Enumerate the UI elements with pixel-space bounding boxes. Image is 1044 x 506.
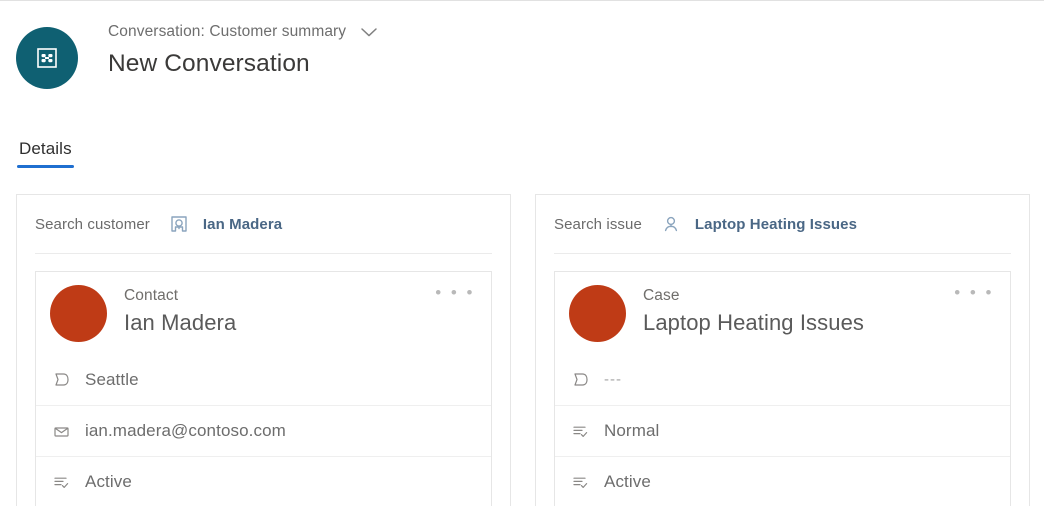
status-list-icon bbox=[49, 474, 73, 491]
customer-summary-card: Search customer Ian Madera Contact Ian M… bbox=[16, 194, 511, 506]
page-header: Conversation: Customer summary New Conve… bbox=[16, 22, 380, 89]
avatar bbox=[50, 285, 107, 342]
list-item-value: --- bbox=[604, 371, 622, 388]
overflow-menu-icon[interactable]: • • • bbox=[435, 284, 475, 301]
list-item: --- bbox=[555, 354, 1010, 405]
location-flag-icon bbox=[49, 371, 73, 388]
location-flag-icon bbox=[568, 371, 592, 388]
list-item: Active bbox=[555, 456, 1010, 506]
header-subtitle-row: Conversation: Customer summary bbox=[108, 22, 380, 42]
list-item-value: Active bbox=[85, 472, 132, 491]
status-list-icon bbox=[568, 474, 592, 491]
contact-entity-titles: Contact Ian Madera bbox=[124, 285, 236, 336]
conversation-icon bbox=[16, 27, 78, 89]
contact-entity-header: Contact Ian Madera • • • bbox=[36, 272, 491, 342]
avatar bbox=[569, 285, 626, 342]
person-icon[interactable] bbox=[660, 213, 682, 235]
search-customer-value[interactable]: Ian Madera bbox=[203, 216, 282, 233]
case-entity-card: Case Laptop Heating Issues • • • --- Nor… bbox=[554, 271, 1011, 506]
page-title: New Conversation bbox=[108, 50, 310, 77]
list-item-value: Active bbox=[604, 472, 651, 491]
envelope-icon bbox=[49, 423, 73, 440]
search-issue-value[interactable]: Laptop Heating Issues bbox=[695, 216, 857, 233]
list-item-value: Seattle bbox=[85, 369, 139, 389]
search-customer-row: Search customer Ian Madera bbox=[17, 195, 510, 253]
entity-type-label: Case bbox=[643, 287, 680, 304]
status-list-icon bbox=[568, 423, 592, 440]
search-issue-label: Search issue bbox=[554, 215, 642, 233]
contact-entity-card: Contact Ian Madera • • • Seattle ian.mad… bbox=[35, 271, 492, 506]
search-row-divider bbox=[35, 253, 492, 254]
list-item: Seattle bbox=[36, 354, 491, 405]
case-entity-header: Case Laptop Heating Issues • • • bbox=[555, 272, 1010, 342]
cards-container: Search customer Ian Madera Contact Ian M… bbox=[16, 194, 1030, 506]
search-customer-label: Search customer bbox=[35, 215, 150, 233]
list-item-value: Normal bbox=[604, 421, 660, 440]
chevron-down-icon[interactable] bbox=[358, 21, 380, 43]
top-divider bbox=[0, 0, 1044, 1]
case-entity-titles: Case Laptop Heating Issues bbox=[643, 285, 864, 336]
contact-field-list: Seattle ian.madera@contoso.com Active bbox=[36, 354, 491, 506]
entity-name-label: Laptop Heating Issues bbox=[643, 310, 865, 335]
issue-summary-card: Search issue Laptop Heating Issues Case … bbox=[535, 194, 1030, 506]
tab-bar: Details bbox=[17, 139, 74, 168]
list-item: Normal bbox=[555, 405, 1010, 456]
list-item: Active bbox=[36, 456, 491, 506]
search-issue-row: Search issue Laptop Heating Issues bbox=[536, 195, 1029, 253]
entity-type-label: Contact bbox=[124, 287, 179, 304]
overflow-menu-icon[interactable]: • • • bbox=[954, 284, 994, 301]
contact-card-icon[interactable] bbox=[168, 213, 190, 235]
search-row-divider bbox=[554, 253, 1011, 254]
header-subtitle: Conversation: Customer summary bbox=[108, 23, 347, 40]
entity-name-label: Ian Madera bbox=[124, 310, 237, 335]
case-field-list: --- Normal Active bbox=[555, 354, 1010, 506]
tab-details[interactable]: Details bbox=[17, 139, 74, 168]
header-text-group: Conversation: Customer summary New Conve… bbox=[108, 22, 380, 78]
list-item-value: ian.madera@contoso.com bbox=[85, 421, 286, 440]
list-item: ian.madera@contoso.com bbox=[36, 405, 491, 456]
